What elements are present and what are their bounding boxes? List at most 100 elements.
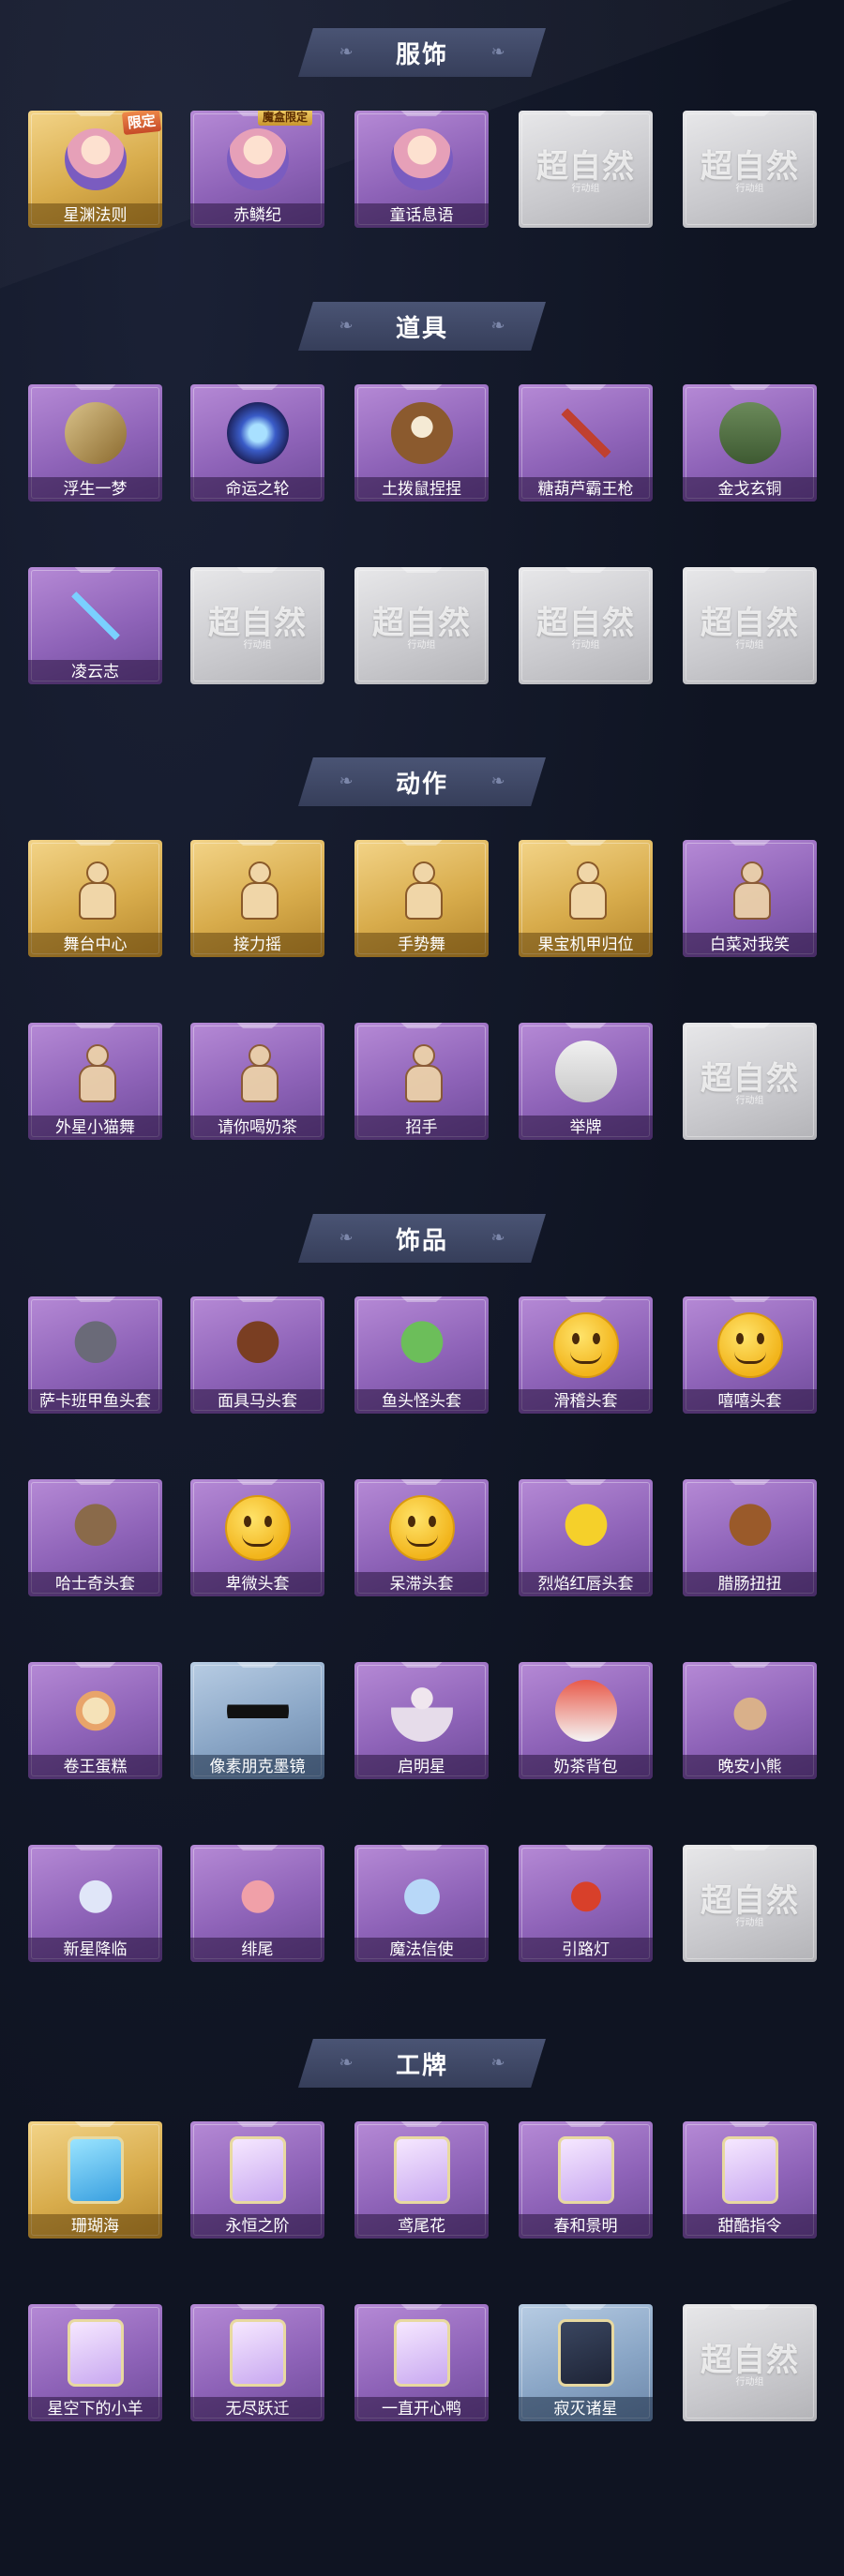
page-root: ❧ 服饰 ❧ 星渊法则 限定 赤鳞纪 魔盒限定 童话息语 超自然 行动组 超自然 行动组 ❧ 道具 ❧ 浮生一… <box>0 0 844 2576</box>
item-card[interactable]: 招手 <box>354 1023 489 1140</box>
item-card[interactable]: 无尽跃迁 <box>190 2304 324 2421</box>
item-card[interactable]: 滑稽头套 <box>519 1296 653 1414</box>
item-card[interactable]: 浮生一梦 <box>28 384 162 502</box>
swirl-ornament-icon: ❧ <box>490 771 505 791</box>
card-notch <box>74 1662 116 1668</box>
item-label: 舞台中心 <box>28 933 162 957</box>
item-card[interactable]: 像素朋克墨镜 <box>190 1662 324 1779</box>
watermark-subtitle: 行动组 <box>571 640 600 651</box>
card-notch <box>729 1662 771 1668</box>
card-notch <box>729 2121 771 2127</box>
smiley-icon <box>549 1308 624 1383</box>
item-card[interactable]: 白菜对我笑 <box>683 840 817 957</box>
item-card[interactable]: 鱼头怪头套 <box>354 1296 489 1414</box>
item-card[interactable]: 启明星 <box>354 1662 489 1779</box>
pikachu-icon <box>549 1490 624 1565</box>
item-card[interactable]: 嘻嘻头套 <box>683 1296 817 1414</box>
watermark-subtitle: 行动组 <box>243 640 272 651</box>
swirl-ornament-icon: ❧ <box>490 2053 505 2073</box>
empty-slot: 超自然 行动组 <box>354 567 489 684</box>
item-card[interactable]: 呆滞头套 <box>354 1479 489 1596</box>
item-label: 鱼头怪头套 <box>354 1389 489 1414</box>
item-card[interactable]: 永恒之阶 <box>190 2121 324 2239</box>
item-label: 启明星 <box>354 1755 489 1779</box>
item-card[interactable]: 星空下的小羊 <box>28 2304 162 2421</box>
item-card[interactable]: 引路灯 <box>519 1845 653 1962</box>
card-notch <box>74 567 116 573</box>
item-card[interactable]: 面具马头套 <box>190 1296 324 1414</box>
card-notch <box>729 1023 771 1028</box>
item-card[interactable]: 珊瑚海 <box>28 2121 162 2239</box>
item-card[interactable]: 金戈玄铜 <box>683 384 817 502</box>
item-card[interactable]: 糖葫芦霸王枪 <box>519 384 653 502</box>
item-label: 糖葫芦霸王枪 <box>519 477 653 502</box>
grin-icon <box>713 1308 788 1383</box>
item-card[interactable]: 寂灭诸星 <box>519 2304 653 2421</box>
item-card[interactable]: 萨卡班甲鱼头套 <box>28 1296 162 1414</box>
item-card[interactable]: 童话息语 <box>354 111 489 228</box>
character-portrait-icon <box>58 122 133 197</box>
item-card[interactable]: 举牌 <box>519 1023 653 1140</box>
card-notch <box>236 1296 279 1302</box>
item-label: 寂灭诸星 <box>519 2397 653 2421</box>
item-card[interactable]: 甜酷指令 <box>683 2121 817 2239</box>
item-card[interactable]: 星渊法则 限定 <box>28 111 162 228</box>
character-portrait-icon <box>220 122 295 197</box>
item-card[interactable]: 接力摇 <box>190 840 324 957</box>
card-notch <box>400 1662 443 1668</box>
item-card[interactable]: 赤鳞纪 魔盒限定 <box>190 111 324 228</box>
card-notch <box>400 1845 443 1850</box>
card-notch <box>729 840 771 846</box>
badge-card-icon <box>384 2315 460 2390</box>
section-title: 工牌 <box>395 2051 448 2080</box>
limited-badge: 魔盒限定 <box>258 111 313 126</box>
card-notch <box>729 384 771 390</box>
item-card[interactable]: 卑微头套 <box>190 1479 324 1596</box>
pose-icon <box>384 851 460 926</box>
sword-icon <box>58 578 133 653</box>
card-notch <box>236 567 279 573</box>
item-card[interactable]: 腊肠扭扭 <box>683 1479 817 1596</box>
item-label: 手势舞 <box>354 933 489 957</box>
item-card[interactable]: 晚安小熊 <box>683 1662 817 1779</box>
empty-slot: 超自然 行动组 <box>190 567 324 684</box>
item-card[interactable]: 手势舞 <box>354 840 489 957</box>
item-label: 凌云志 <box>28 660 162 684</box>
badge-card-icon <box>58 2133 133 2208</box>
item-card[interactable]: 绯尾 <box>190 1845 324 1962</box>
item-label: 果宝机甲归位 <box>519 933 653 957</box>
item-label: 呆滞头套 <box>354 1572 489 1596</box>
card-notch <box>74 1023 116 1028</box>
item-card[interactable]: 凌云志 <box>28 567 162 684</box>
card-notch <box>400 1023 443 1028</box>
card-notch <box>565 2121 607 2127</box>
frog-head-icon <box>384 1308 460 1383</box>
pose-icon <box>58 1034 133 1109</box>
item-card[interactable]: 哈士奇头套 <box>28 1479 162 1596</box>
item-card[interactable]: 卷王蛋糕 <box>28 1662 162 1779</box>
item-card[interactable]: 请你喝奶茶 <box>190 1023 324 1140</box>
item-label: 白菜对我笑 <box>683 933 817 957</box>
item-card[interactable]: 鸢尾花 <box>354 2121 489 2239</box>
card-notch <box>74 111 116 116</box>
item-card[interactable]: 果宝机甲归位 <box>519 840 653 957</box>
item-card[interactable]: 外星小猫舞 <box>28 1023 162 1140</box>
item-card[interactable]: 春和景明 <box>519 2121 653 2239</box>
pose-icon <box>58 851 133 926</box>
charm-icon <box>58 1856 133 1931</box>
item-card[interactable]: 一直开心鸭 <box>354 2304 489 2421</box>
item-label: 举牌 <box>519 1116 653 1140</box>
item-label: 接力摇 <box>190 933 324 957</box>
bear-charm-icon <box>713 1673 788 1748</box>
item-label: 哈士奇头套 <box>28 1572 162 1596</box>
watermark-subtitle: 行动组 <box>735 2377 764 2388</box>
item-card[interactable]: 命运之轮 <box>190 384 324 502</box>
item-card[interactable]: 舞台中心 <box>28 840 162 957</box>
item-card[interactable]: 烈焰红唇头套 <box>519 1479 653 1596</box>
stare-face-icon <box>384 1490 460 1565</box>
item-card[interactable]: 土拨鼠捏捏 <box>354 384 489 502</box>
item-card[interactable]: 魔法信使 <box>354 1845 489 1962</box>
item-card[interactable]: 新星降临 <box>28 1845 162 1962</box>
card-notch <box>74 1479 116 1485</box>
item-card[interactable]: 奶茶背包 <box>519 1662 653 1779</box>
